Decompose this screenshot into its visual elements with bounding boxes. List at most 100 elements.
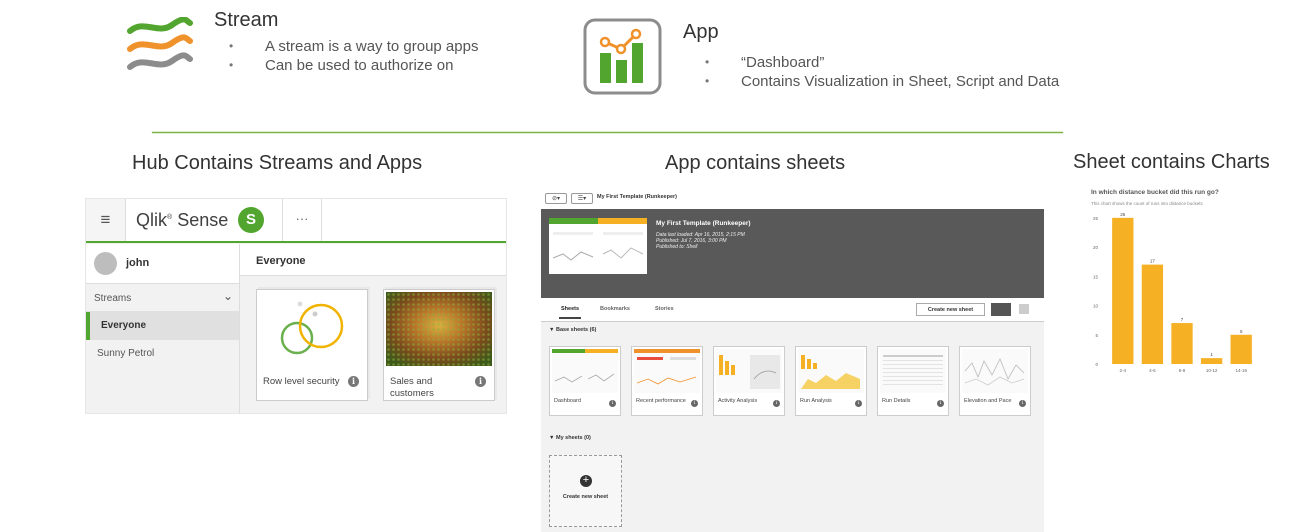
streams-label: Streams [94, 293, 132, 304]
section-divider [151, 131, 1064, 134]
sheet-thumbnail [962, 349, 1028, 393]
info-icon[interactable]: i [348, 376, 359, 387]
app-bullets: “Dashboard” Contains Visualization in Sh… [705, 53, 1059, 91]
tab-bookmarks[interactable]: Bookmarks [600, 306, 630, 312]
bar[interactable] [1112, 217, 1134, 364]
info-icon[interactable]: i [937, 400, 944, 407]
info-icon[interactable]: i [475, 376, 486, 387]
brand-mark: ® [167, 214, 173, 221]
app-card-title: Row level security [263, 376, 340, 387]
data-label: 17 [1150, 259, 1156, 264]
streams-header[interactable]: Streams ⌄ [86, 284, 239, 312]
create-new-sheet-label: Create new sheet [562, 494, 609, 500]
sheet-tile[interactable]: Activity Analysis i [713, 346, 785, 416]
qlik-logo-icon: S [238, 207, 264, 233]
base-sheets-label: Base sheets (6) [555, 327, 597, 333]
sheet-title: Run Analysis [800, 398, 832, 404]
bar[interactable] [1141, 264, 1164, 364]
sheet-title: Activity Analysis [718, 398, 758, 404]
base-sheets-header[interactable]: ▼ Base sheets (6) [549, 327, 596, 333]
hub-toolbar: ≡ Qlik® Sense S ··· [86, 199, 506, 243]
info-icon[interactable]: i [773, 400, 780, 407]
menu-icon[interactable]: ≡ [86, 199, 126, 241]
data-label: 1 [1210, 352, 1213, 357]
my-sheets-label: My sheets (0) [555, 435, 591, 441]
sheet-thumbnail [716, 349, 782, 393]
x-tick-label: 4-6 [1149, 368, 1156, 373]
y-tick-label: 20 [1093, 245, 1099, 250]
user-profile[interactable]: john [86, 244, 239, 284]
data-label: 25 [1120, 212, 1126, 217]
sheet-tile[interactable]: Run Details i [877, 346, 949, 416]
sheet-thumbnail [552, 349, 618, 393]
sheet-section-title: Sheet contains Charts [1073, 151, 1270, 173]
published-to-text: Published to: Shell [656, 244, 698, 250]
sheet-title: Dashboard [554, 398, 581, 404]
stream-bullets: A stream is a way to group apps Can be u… [229, 37, 478, 75]
x-tick-label: 10-12 [1206, 368, 1218, 373]
navigation-dropdown-icon[interactable]: ⊘▾ [545, 193, 567, 204]
y-tick-label: 5 [1095, 333, 1098, 338]
chevron-down-icon[interactable]: ⌄ [223, 289, 233, 303]
app-tabs: Sheets Bookmarks Stories Create new shee… [541, 298, 1044, 322]
stream-bullet: A stream is a way to group apps [229, 37, 478, 56]
y-tick-label: 10 [1093, 304, 1099, 309]
sheet-tile[interactable]: Recent performance i [631, 346, 703, 416]
sheet-thumbnail [798, 349, 864, 393]
tab-sheets[interactable]: Sheets [558, 306, 582, 319]
app-card-title: Sales and customers [390, 376, 434, 399]
distance-bucket-bar-chart: 0 5 10 15 20 25 25 2-4 17 4-6 7 6-8 1 10-12 5 14-16 [1093, 212, 1252, 373]
stream-title: Stream [214, 9, 279, 31]
my-sheets-header[interactable]: ▼ My sheets (0) [549, 435, 591, 441]
list-dropdown-icon[interactable]: ☰▾ [571, 193, 593, 204]
sheet-tile[interactable]: Elevation and Pace i [959, 346, 1031, 416]
qlik-sense-wordmark: Qlik® Sense [136, 210, 228, 231]
create-new-sheet-tile[interactable]: + Create new sheet [549, 455, 622, 527]
sheet-thumbnail [634, 349, 700, 393]
chart-title: In which distance bucket did this run go… [1091, 189, 1219, 196]
app-card-row-level-security[interactable]: Row level security i [256, 289, 368, 401]
app-toolbar: ⊘▾ ☰▾ My First Template (Runkeeper) [541, 188, 1044, 209]
info-icon[interactable]: i [609, 400, 616, 407]
hub-sidebar: john Streams ⌄ Everyone Sunny Petrol [86, 244, 240, 413]
sheet-tile[interactable]: Dashboard i [549, 346, 621, 416]
stream-icon [127, 17, 193, 70]
x-tick-label: 6-8 [1179, 368, 1186, 373]
data-label: 5 [1240, 329, 1243, 334]
grid-view-icon[interactable] [991, 303, 1011, 316]
info-icon[interactable]: i [691, 400, 698, 407]
info-icon[interactable]: i [1019, 400, 1026, 407]
app-thumbnail [386, 292, 492, 366]
create-new-sheet-button[interactable]: Create new sheet [916, 303, 985, 316]
hub-screenshot: ≡ Qlik® Sense S ··· john Streams ⌄ Every… [85, 198, 507, 414]
avatar [94, 252, 117, 275]
bar[interactable] [1171, 323, 1193, 364]
info-icon[interactable]: i [855, 400, 862, 407]
app-title: My First Template (Runkeeper) [597, 194, 677, 200]
sheet-thumbnail [880, 349, 946, 393]
app-bullet: “Dashboard” [705, 53, 1059, 72]
more-options-icon[interactable]: ··· [282, 199, 322, 241]
app-card-sales-and-customers[interactable]: Sales and customers i [383, 289, 495, 401]
hub-main: Everyone Row level security i Sales and … [240, 244, 506, 413]
y-tick-label: 0 [1095, 362, 1098, 367]
x-tick-label: 2-4 [1120, 368, 1127, 373]
tab-stories[interactable]: Stories [655, 306, 674, 312]
list-view-icon[interactable] [1019, 304, 1029, 314]
stream-item-everyone[interactable]: Everyone [86, 312, 239, 340]
stream-bullet: Can be used to authorize on [229, 56, 478, 75]
data-label: 7 [1181, 317, 1184, 322]
sheet-tile[interactable]: Run Analysis i [795, 346, 867, 416]
stream-item-sunny-petrol[interactable]: Sunny Petrol [86, 340, 239, 368]
app-overview-screenshot: ⊘▾ ☰▾ My First Template (Runkeeper) My F… [541, 188, 1044, 532]
sheet-title: Run Details [882, 398, 911, 404]
app-thumbnail [259, 292, 365, 366]
app-hero: My First Template (Runkeeper) Data last … [541, 209, 1044, 298]
bar[interactable] [1230, 334, 1252, 364]
username: john [126, 257, 150, 269]
app-icon [583, 18, 662, 95]
app-hero-thumbnail [549, 218, 647, 274]
bar[interactable] [1200, 358, 1223, 364]
stream-heading: Everyone [240, 244, 506, 276]
hub-section-title: Hub Contains Streams and Apps [132, 152, 423, 174]
